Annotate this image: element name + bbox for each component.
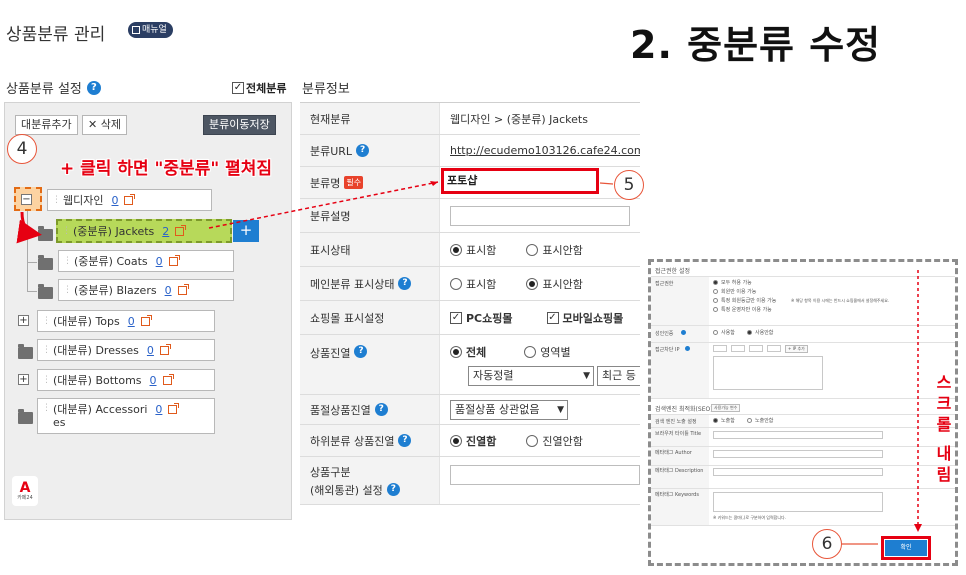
annotation-arrows xyxy=(16,181,922,545)
expand-arrow xyxy=(16,211,42,244)
scroll-arrowhead xyxy=(914,524,922,532)
step5-connector xyxy=(599,182,614,185)
link-arrow xyxy=(208,181,439,229)
